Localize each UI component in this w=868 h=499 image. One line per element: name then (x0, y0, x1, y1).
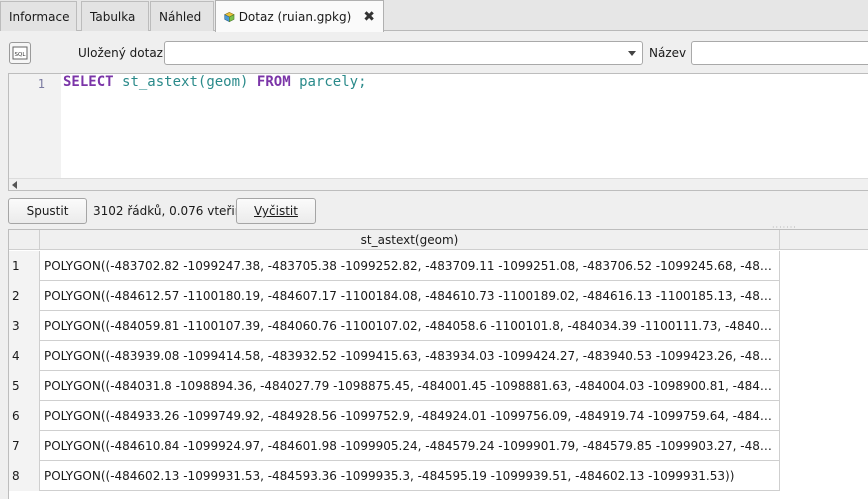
code-line[interactable]: SELECT st_astext(geom) FROM parcely; (63, 74, 367, 90)
tab-label: Informace (9, 9, 70, 24)
table-header: st_astext(geom) (9, 230, 868, 250)
tab-label: Náhled (159, 9, 202, 24)
name-label: Název (649, 46, 687, 60)
results-table: st_astext(geom) 1 POLYGON((-483702.82 -1… (8, 229, 868, 499)
tab-bar: Informace Tabulka Náhled Dotaz (ruian.gp… (0, 0, 868, 32)
keyword-from: FROM (256, 74, 291, 90)
clear-button[interactable]: Vyčistit (236, 198, 316, 224)
horizontal-scrollbar[interactable] (9, 178, 868, 190)
table-row[interactable]: 4 POLYGON((-483939.08 -1099414.58, -4839… (9, 341, 780, 371)
table-row[interactable]: 6 POLYGON((-484933.26 -1099749.92, -4849… (9, 401, 780, 431)
table-name: parcely (299, 74, 359, 90)
table-row[interactable]: 3 POLYGON((-484059.81 -1100107.39, -4840… (9, 311, 780, 341)
column-header[interactable]: st_astext(geom) (40, 230, 780, 250)
clear-button-label: Vyčistit (254, 204, 298, 218)
line-gutter: 1 (9, 74, 61, 180)
table-cell[interactable]: POLYGON((-484059.81 -1100107.39, -484060… (40, 311, 780, 341)
table-cell[interactable]: POLYGON((-484602.13 -1099931.53, -484593… (40, 461, 780, 491)
table-row[interactable]: 5 POLYGON((-484031.8 -1098894.36, -48402… (9, 371, 780, 401)
row-number[interactable]: 1 (9, 251, 40, 281)
table-cell[interactable]: POLYGON((-483939.08 -1099414.58, -483932… (40, 341, 780, 371)
line-number: 1 (37, 77, 45, 91)
table-row[interactable]: 7 POLYGON((-484610.84 -1099924.97, -4846… (9, 431, 780, 461)
tab-label: Tabulka (90, 9, 136, 24)
scroll-left-icon[interactable] (12, 181, 17, 189)
table-cell[interactable]: POLYGON((-484031.8 -1098894.36, -484027.… (40, 371, 780, 401)
query-bar: SQL Uložený dotaz Název (0, 33, 868, 73)
table-corner[interactable] (9, 230, 40, 250)
saved-query-label: Uložený dotaz (78, 46, 163, 60)
row-number[interactable]: 5 (9, 371, 40, 401)
row-number[interactable]: 3 (9, 311, 40, 341)
database-query-icon (224, 11, 235, 22)
run-button-label: Spustit (26, 204, 69, 218)
tab-tabulka[interactable]: Tabulka (81, 1, 149, 31)
keyword-select: SELECT (63, 74, 114, 90)
tab-label: Dotaz (ruian.gpkg) (238, 9, 352, 24)
tab-nahled[interactable]: Náhled (150, 1, 214, 31)
row-number[interactable]: 6 (9, 401, 40, 431)
paren-close: ) (240, 74, 249, 90)
table-cell[interactable]: POLYGON((-484933.26 -1099749.92, -484928… (40, 401, 780, 431)
function-name: st_astext (122, 74, 198, 90)
saved-query-select[interactable] (164, 41, 643, 65)
run-button[interactable]: Spustit (8, 198, 87, 224)
row-number[interactable]: 2 (9, 281, 40, 311)
row-number[interactable]: 8 (9, 461, 40, 491)
sql-editor-button[interactable]: SQL (9, 42, 31, 64)
table-row[interactable]: 1 POLYGON((-483702.82 -1099247.38, -4837… (9, 251, 780, 281)
svg-text:SQL: SQL (15, 52, 27, 58)
status-text: 3102 řádků, 0.076 vteřin (93, 204, 243, 218)
chevron-down-icon (628, 51, 636, 56)
table-row[interactable]: 8 POLYGON((-484602.13 -1099931.53, -4845… (9, 461, 780, 491)
sql-icon: SQL (12, 46, 28, 60)
table-cell[interactable]: POLYGON((-483702.82 -1099247.38, -483705… (40, 251, 780, 281)
table-row[interactable]: 2 POLYGON((-484612.57 -1100180.19, -4846… (9, 281, 780, 311)
close-tab-icon[interactable]: ✖ (363, 9, 375, 25)
row-number[interactable]: 4 (9, 341, 40, 371)
tab-informace[interactable]: Informace (0, 1, 77, 31)
table-cell[interactable]: POLYGON((-484612.57 -1100180.19, -484607… (40, 281, 780, 311)
name-input[interactable] (691, 41, 868, 65)
sql-editor[interactable]: 1 SELECT st_astext(geom) FROM parcely; (8, 73, 868, 191)
row-number[interactable]: 7 (9, 431, 40, 461)
tab-dotaz[interactable]: Dotaz (ruian.gpkg) ✖ (215, 0, 384, 32)
table-cell[interactable]: POLYGON((-484610.84 -1099924.97, -484601… (40, 431, 780, 461)
function-arg: geom (206, 74, 241, 90)
semicolon: ; (358, 74, 367, 90)
